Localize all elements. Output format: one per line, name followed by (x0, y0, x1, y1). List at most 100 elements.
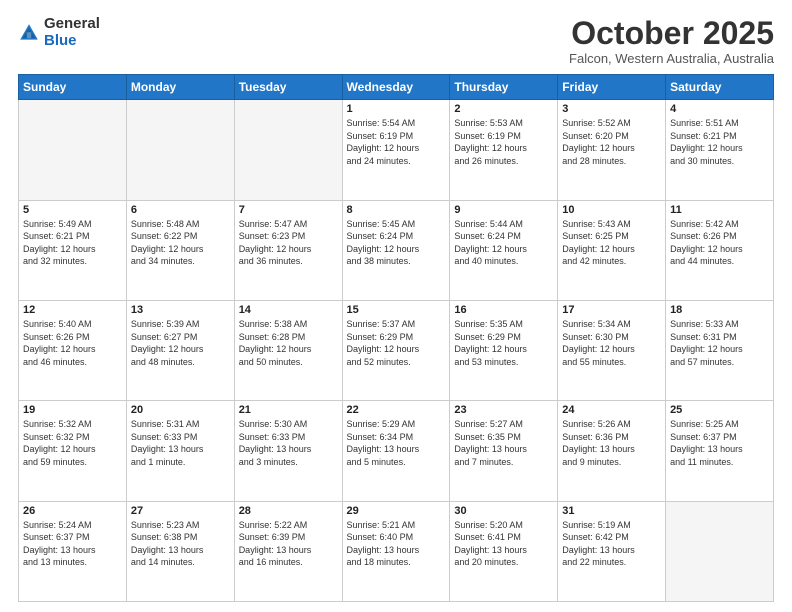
day-number: 10 (562, 204, 661, 216)
logo-blue-text: Blue (44, 33, 100, 50)
day-number: 7 (239, 204, 338, 216)
calendar-cell: 3Sunrise: 5:52 AM Sunset: 6:20 PM Daylig… (558, 100, 666, 200)
day-number: 26 (23, 505, 122, 517)
calendar-cell: 2Sunrise: 5:53 AM Sunset: 6:19 PM Daylig… (450, 100, 558, 200)
subtitle: Falcon, Western Australia, Australia (569, 51, 774, 66)
calendar-cell: 25 Sunrise: 5:25 AM Sunset: 6:37 PM Dayli… (666, 401, 774, 501)
calendar-cell: 19Sunrise: 5:32 AM Sunset: 6:32 PM Dayli… (19, 401, 127, 501)
calendar-cell: 21Sunrise: 5:30 AM Sunset: 6:33 PM Dayli… (234, 401, 342, 501)
day-info: Sunrise: 5:24 AM Sunset: 6:37 PM Dayligh… (23, 519, 122, 569)
calendar-cell: 14Sunrise: 5:38 AM Sunset: 6:28 PM Dayli… (234, 300, 342, 400)
day-info: Sunrise: 5:44 AM Sunset: 6:24 PM Dayligh… (454, 218, 553, 268)
day-number: 12 (23, 304, 122, 316)
calendar-cell: 24Sunrise: 5:26 AM Sunset: 6:36 PM Dayli… (558, 401, 666, 501)
calendar-cell: 16 Sunrise: 5:35 AM Sunset: 6:29 PM Dayli… (450, 300, 558, 400)
calendar-week-5: 26 Sunrise: 5:24 AM Sunset: 6:37 PM Dayli… (19, 501, 774, 601)
day-number: 28 (239, 505, 338, 517)
day-number: 17 (562, 304, 661, 316)
calendar-week-3: 12 Sunrise: 5:40 AM Sunset: 6:26 PM Dayli… (19, 300, 774, 400)
calendar-week-4: 19Sunrise: 5:32 AM Sunset: 6:32 PM Dayli… (19, 401, 774, 501)
day-number: 6 (131, 204, 230, 216)
day-info: Sunrise: 5:51 AM Sunset: 6:21 PM Dayligh… (670, 117, 769, 167)
calendar-cell (234, 100, 342, 200)
col-thursday: Thursday (450, 75, 558, 100)
day-info: Sunrise: 5:26 AM Sunset: 6:36 PM Dayligh… (562, 418, 661, 468)
day-info: Sunrise: 5:33 AM Sunset: 6:31 PM Dayligh… (670, 318, 769, 368)
day-info: Sunrise: 5:23 AM Sunset: 6:38 PM Dayligh… (131, 519, 230, 569)
day-number: 21 (239, 404, 338, 416)
day-info: Sunrise: 5:49 AM Sunset: 6:21 PM Dayligh… (23, 218, 122, 268)
header-row: Sunday Monday Tuesday Wednesday Thursday… (19, 75, 774, 100)
col-saturday: Saturday (666, 75, 774, 100)
day-info: Sunrise: 5:21 AM Sunset: 6:40 PM Dayligh… (347, 519, 446, 569)
calendar-cell: 5 Sunrise: 5:49 AM Sunset: 6:21 PM Daylig… (19, 200, 127, 300)
day-info: Sunrise: 5:54 AM Sunset: 6:19 PM Dayligh… (347, 117, 446, 167)
calendar-cell: 20 Sunrise: 5:31 AM Sunset: 6:33 PM Dayli… (126, 401, 234, 501)
day-number: 16 (454, 304, 553, 316)
calendar-cell: 4 Sunrise: 5:51 AM Sunset: 6:21 PM Daylig… (666, 100, 774, 200)
day-info: Sunrise: 5:37 AM Sunset: 6:29 PM Dayligh… (347, 318, 446, 368)
day-info: Sunrise: 5:22 AM Sunset: 6:39 PM Dayligh… (239, 519, 338, 569)
day-info: Sunrise: 5:25 AM Sunset: 6:37 PM Dayligh… (670, 418, 769, 468)
title-block: October 2025 Falcon, Western Australia, … (569, 16, 774, 66)
day-number: 27 (131, 505, 230, 517)
main-title: October 2025 (569, 16, 774, 51)
day-number: 2 (454, 103, 553, 115)
calendar-week-1: 1 Sunrise: 5:54 AM Sunset: 6:19 PM Daylig… (19, 100, 774, 200)
day-number: 29 (347, 505, 446, 517)
day-number: 13 (131, 304, 230, 316)
day-info: Sunrise: 5:52 AM Sunset: 6:20 PM Dayligh… (562, 117, 661, 167)
day-number: 5 (23, 204, 122, 216)
calendar-cell: 29 Sunrise: 5:21 AM Sunset: 6:40 PM Dayli… (342, 501, 450, 601)
calendar-cell: 23 Sunrise: 5:27 AM Sunset: 6:35 PM Dayli… (450, 401, 558, 501)
calendar-cell: 1 Sunrise: 5:54 AM Sunset: 6:19 PM Daylig… (342, 100, 450, 200)
day-info: Sunrise: 5:35 AM Sunset: 6:29 PM Dayligh… (454, 318, 553, 368)
logo-text: General Blue (44, 16, 100, 49)
calendar-cell: 26 Sunrise: 5:24 AM Sunset: 6:37 PM Dayli… (19, 501, 127, 601)
calendar-cell: 7 Sunrise: 5:47 AM Sunset: 6:23 PM Daylig… (234, 200, 342, 300)
day-info: Sunrise: 5:34 AM Sunset: 6:30 PM Dayligh… (562, 318, 661, 368)
logo-general-text: General (44, 16, 100, 33)
day-number: 9 (454, 204, 553, 216)
day-number: 20 (131, 404, 230, 416)
calendar-cell: 31 Sunrise: 5:19 AM Sunset: 6:42 PM Dayli… (558, 501, 666, 601)
calendar-cell: 18Sunrise: 5:33 AM Sunset: 6:31 PM Dayli… (666, 300, 774, 400)
col-monday: Monday (126, 75, 234, 100)
calendar-cell: 17 Sunrise: 5:34 AM Sunset: 6:30 PM Dayli… (558, 300, 666, 400)
day-number: 31 (562, 505, 661, 517)
calendar-cell (19, 100, 127, 200)
day-info: Sunrise: 5:19 AM Sunset: 6:42 PM Dayligh… (562, 519, 661, 569)
day-info: Sunrise: 5:31 AM Sunset: 6:33 PM Dayligh… (131, 418, 230, 468)
calendar-cell: 8Sunrise: 5:45 AM Sunset: 6:24 PM Daylig… (342, 200, 450, 300)
col-sunday: Sunday (19, 75, 127, 100)
day-number: 30 (454, 505, 553, 517)
calendar-cell: 28 Sunrise: 5:22 AM Sunset: 6:39 PM Dayli… (234, 501, 342, 601)
day-info: Sunrise: 5:47 AM Sunset: 6:23 PM Dayligh… (239, 218, 338, 268)
calendar-cell: 9 Sunrise: 5:44 AM Sunset: 6:24 PM Daylig… (450, 200, 558, 300)
page: General Blue October 2025 Falcon, Wester… (0, 0, 792, 612)
calendar-cell: 30 Sunrise: 5:20 AM Sunset: 6:41 PM Dayli… (450, 501, 558, 601)
day-info: Sunrise: 5:32 AM Sunset: 6:32 PM Dayligh… (23, 418, 122, 468)
col-tuesday: Tuesday (234, 75, 342, 100)
day-number: 4 (670, 103, 769, 115)
calendar-cell: 27 Sunrise: 5:23 AM Sunset: 6:38 PM Dayli… (126, 501, 234, 601)
day-number: 11 (670, 204, 769, 216)
calendar-cell: 22Sunrise: 5:29 AM Sunset: 6:34 PM Dayli… (342, 401, 450, 501)
calendar-cell: 11Sunrise: 5:42 AM Sunset: 6:26 PM Dayli… (666, 200, 774, 300)
day-info: Sunrise: 5:27 AM Sunset: 6:35 PM Dayligh… (454, 418, 553, 468)
calendar-cell (126, 100, 234, 200)
calendar-body: 1 Sunrise: 5:54 AM Sunset: 6:19 PM Daylig… (19, 100, 774, 602)
calendar-cell: 6 Sunrise: 5:48 AM Sunset: 6:22 PM Daylig… (126, 200, 234, 300)
calendar-header: Sunday Monday Tuesday Wednesday Thursday… (19, 75, 774, 100)
day-number: 25 (670, 404, 769, 416)
day-number: 1 (347, 103, 446, 115)
day-number: 14 (239, 304, 338, 316)
calendar-cell (666, 501, 774, 601)
day-info: Sunrise: 5:20 AM Sunset: 6:41 PM Dayligh… (454, 519, 553, 569)
day-info: Sunrise: 5:48 AM Sunset: 6:22 PM Dayligh… (131, 218, 230, 268)
day-number: 15 (347, 304, 446, 316)
calendar-cell: 10Sunrise: 5:43 AM Sunset: 6:25 PM Dayli… (558, 200, 666, 300)
day-number: 22 (347, 404, 446, 416)
day-number: 23 (454, 404, 553, 416)
day-info: Sunrise: 5:40 AM Sunset: 6:26 PM Dayligh… (23, 318, 122, 368)
